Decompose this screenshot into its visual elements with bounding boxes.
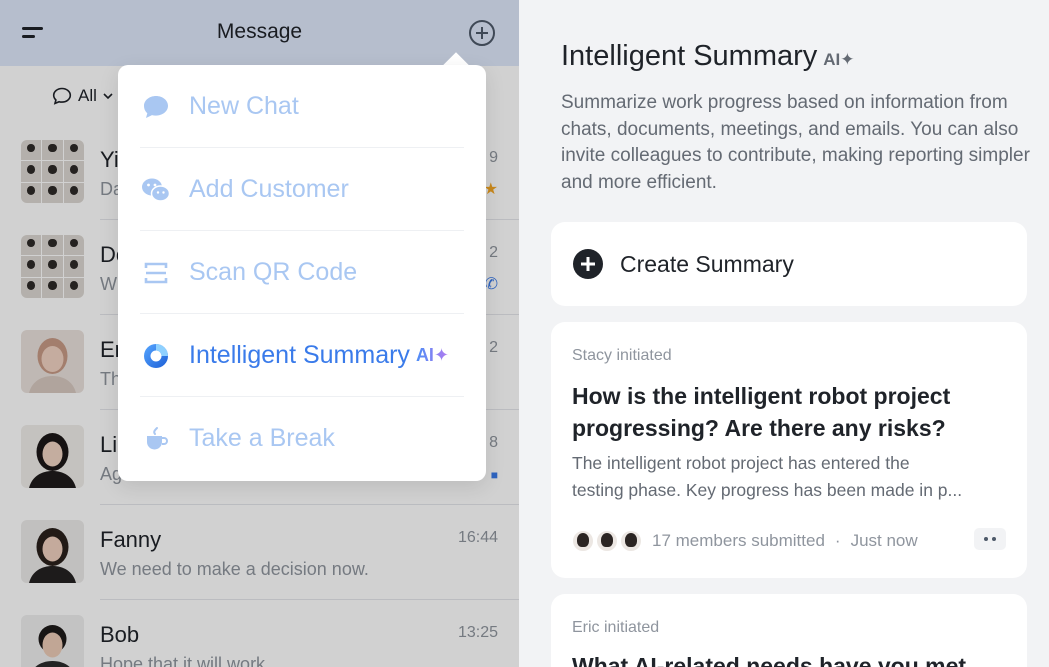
- create-summary-label: Create Summary: [620, 250, 794, 277]
- panel-description: Summarize work progress based on informa…: [561, 92, 1030, 193]
- dot-separator: ·: [834, 531, 841, 550]
- ai-badge: AI✦: [823, 50, 855, 69]
- add-circle-icon: [573, 249, 603, 279]
- wechat-icon: [140, 174, 172, 206]
- summary-panel: Intelligent Summary AI✦ Summarize work p…: [519, 0, 1049, 667]
- initiator-label: Stacy initiated: [572, 347, 672, 364]
- summary-icon: [140, 340, 172, 372]
- summary-title: What AI-related needs have you met: [572, 653, 967, 667]
- menu-item-label: Take a Break: [189, 424, 335, 452]
- menu-item-label: Intelligent Summary: [189, 341, 410, 369]
- scan-icon: [140, 257, 172, 289]
- summary-body-line: testing phase. Key progress has been mad…: [572, 480, 963, 500]
- summary-title: How is the intelligent robot project pro…: [572, 383, 951, 441]
- summary-time: Just now: [850, 531, 918, 550]
- summary-body: The intelligent robot project has entere…: [572, 450, 1012, 504]
- summary-card[interactable]: Stacy initiated How is the intelligent r…: [551, 322, 1027, 578]
- menu-item-label: Add Customer: [189, 175, 349, 203]
- summary-footer: 17 members submitted · Just now: [572, 528, 1006, 554]
- app-root: Message All Yi Da 9 ★ Do W 2 ✆ Er Th 2 L…: [0, 0, 1049, 667]
- coffee-icon: [140, 423, 172, 455]
- panel-title: Intelligent Summary AI✦: [561, 40, 855, 73]
- members-count: 17 members submitted: [652, 531, 825, 550]
- menu-item-intelligent-summary[interactable]: Intelligent Summary AI✦: [140, 314, 464, 397]
- summary-body-line: The intelligent robot project has entere…: [572, 453, 910, 473]
- menu-item-take-break[interactable]: Take a Break: [140, 397, 464, 480]
- chat-bubble-icon: [140, 91, 172, 123]
- summary-card[interactable]: Eric initiated What AI-related needs hav…: [551, 594, 1027, 667]
- initiator-label: Eric initiated: [572, 619, 660, 636]
- menu-item-new-chat[interactable]: New Chat: [140, 65, 464, 148]
- create-summary-button[interactable]: Create Summary: [551, 222, 1027, 306]
- add-menu-popover: New Chat Add Customer Scan QR Code Intel…: [118, 65, 486, 481]
- menu-item-label: Scan QR Code: [189, 258, 358, 286]
- message-panel: Message All Yi Da 9 ★ Do W 2 ✆ Er Th 2 L…: [0, 0, 519, 667]
- member-avatars: [572, 530, 644, 552]
- menu-item-scan-qr[interactable]: Scan QR Code: [140, 231, 464, 314]
- more-options-button[interactable]: [974, 528, 1006, 550]
- menu-item-label: New Chat: [189, 92, 299, 120]
- ai-badge: AI✦: [415, 345, 450, 365]
- menu-item-add-customer[interactable]: Add Customer: [140, 148, 464, 231]
- panel-title-text: Intelligent Summary: [561, 40, 818, 72]
